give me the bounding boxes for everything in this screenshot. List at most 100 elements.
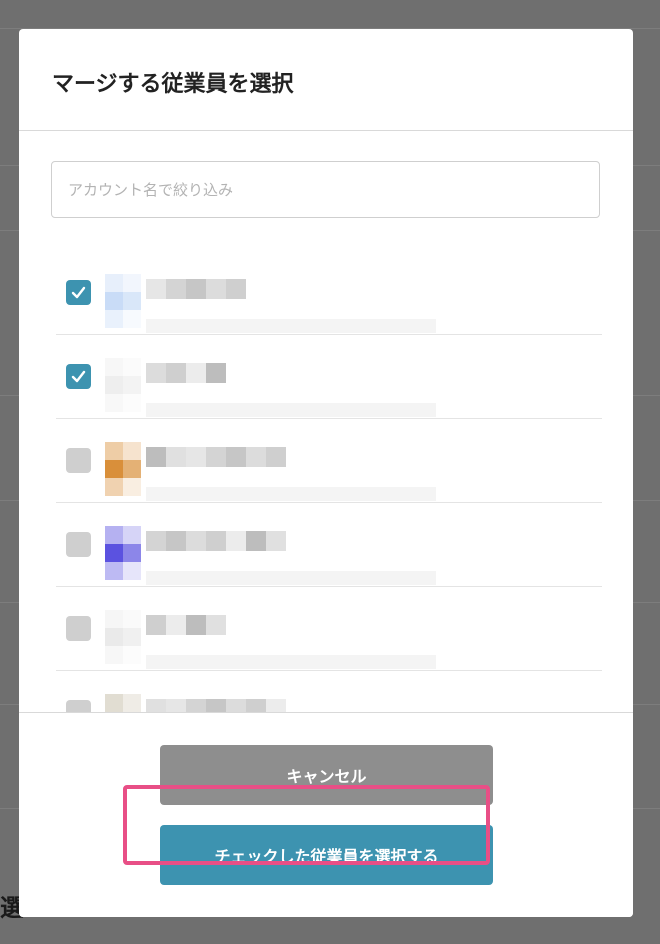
redacted-employee-detail [146,571,436,585]
avatar-pixel [105,694,123,712]
redacted-employee-detail [146,319,436,333]
redaction-pixel [146,615,166,635]
redacted-employee-name [146,447,286,471]
redaction-pixel [166,615,186,635]
redaction-pixel [186,279,206,299]
employee-row[interactable] [56,587,602,671]
redaction-pixel [166,279,186,299]
avatar-pixel [105,442,123,460]
avatar-pixel [123,442,141,460]
redacted-employee-name [146,615,226,639]
redacted-employee-detail [146,487,436,501]
redaction-pixel [146,279,166,299]
avatar-pixel [123,310,141,328]
redaction-pixel [266,531,286,551]
redaction-pixel [226,447,246,467]
avatar [105,526,141,584]
avatar-pixel [123,628,141,646]
redaction-pixel [206,363,226,383]
redaction-pixel [166,447,186,467]
avatar [105,610,141,668]
checkmark-icon [71,370,86,383]
redacted-employee-name [146,363,226,387]
avatar [105,442,141,500]
avatar-pixel [123,376,141,394]
checkbox-checked[interactable] [66,364,91,389]
redaction-pixel [246,699,266,713]
avatar-pixel [105,292,123,310]
avatar-pixel [105,610,123,628]
redaction-pixel [186,447,206,467]
avatar-pixel [105,310,123,328]
redaction-pixel [206,447,226,467]
redaction-pixel [146,447,166,467]
avatar-pixel [105,460,123,478]
redaction-pixel [166,363,186,383]
avatar [105,358,141,416]
checkbox-unchecked[interactable] [66,616,91,641]
avatar-pixel [123,544,141,562]
avatar-pixel [123,646,141,664]
dialog-header: マージする従業員を選択 [19,29,633,131]
avatar-pixel [105,376,123,394]
redacted-employee-name [146,279,246,303]
avatar-pixel [105,562,123,580]
avatar-pixel [105,646,123,664]
redaction-pixel [166,531,186,551]
checkbox-unchecked[interactable] [66,448,91,473]
redaction-pixel [186,363,206,383]
employee-row[interactable] [56,251,602,335]
avatar-pixel [105,478,123,496]
select-checked-employees-button[interactable]: チェックした従業員を選択する [160,825,493,885]
redaction-pixel [166,699,186,713]
avatar-pixel [105,358,123,376]
employee-row[interactable] [56,335,602,419]
redaction-pixel [186,699,206,713]
employee-row[interactable] [56,671,602,713]
redacted-employee-detail [146,403,436,417]
avatar-pixel [105,628,123,646]
redacted-employee-detail [146,655,436,669]
redaction-pixel [146,363,166,383]
avatar-pixel [123,274,141,292]
avatar [105,694,141,713]
avatar-pixel [123,292,141,310]
avatar-pixel [123,460,141,478]
avatar-pixel [123,478,141,496]
checkmark-icon [71,286,86,299]
dialog-footer: キャンセル チェックした従業員を選択する [19,712,633,917]
account-filter-input[interactable] [51,161,600,218]
avatar-pixel [105,526,123,544]
redaction-pixel [206,615,226,635]
avatar-pixel [123,610,141,628]
redaction-pixel [206,699,226,713]
avatar-pixel [123,358,141,376]
checkbox-checked[interactable] [66,280,91,305]
avatar-pixel [123,562,141,580]
redaction-pixel [226,279,246,299]
checkbox-unchecked[interactable] [66,532,91,557]
avatar-pixel [105,394,123,412]
avatar-pixel [105,544,123,562]
redaction-pixel [186,615,206,635]
avatar [105,274,141,332]
redaction-pixel [246,447,266,467]
redaction-pixel [226,531,246,551]
employee-row[interactable] [56,419,602,503]
avatar-pixel [105,274,123,292]
redaction-pixel [146,699,166,713]
redaction-pixel [226,699,246,713]
redaction-pixel [186,531,206,551]
avatar-pixel [123,694,141,712]
employee-row[interactable] [56,503,602,587]
redaction-pixel [146,531,166,551]
cancel-button[interactable]: キャンセル [160,745,493,805]
employee-list[interactable] [56,251,602,713]
redacted-employee-name [146,531,286,555]
avatar-pixel [123,526,141,544]
redacted-employee-name [146,699,286,713]
dialog-title: マージする従業員を選択 [52,72,294,97]
redaction-pixel [206,279,226,299]
redaction-pixel [206,531,226,551]
select-employees-dialog: マージする従業員を選択 キャンセル チェックした従業員を選択する [19,29,633,917]
